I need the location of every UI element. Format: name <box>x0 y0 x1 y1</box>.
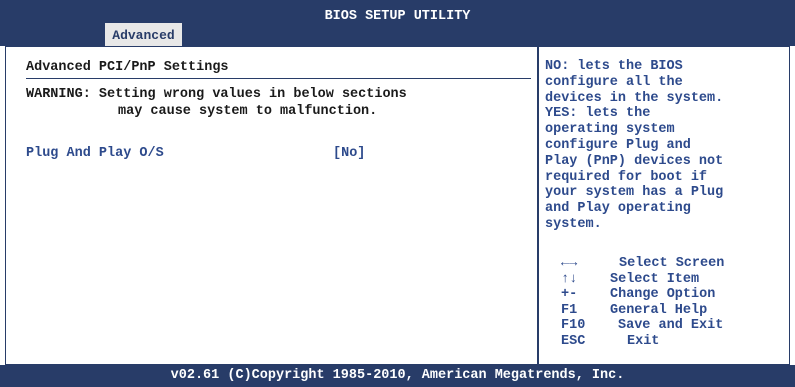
key-label: ESC <box>561 333 586 349</box>
key-desc: General Help <box>610 302 708 318</box>
key-desc: Select Item <box>610 271 700 287</box>
help-text-line: configure all the <box>545 74 683 90</box>
warning-text-line1: WARNING: Setting wrong values in below s… <box>26 87 407 102</box>
key-desc: Save and Exit <box>618 318 724 334</box>
help-text-line: system. <box>545 216 602 232</box>
arrows-up-down-icon: ↑↓ <box>561 271 578 287</box>
copyright-bar: v02.61 (C)Copyright 1985-2010, American … <box>0 365 795 387</box>
plug-and-play-os-label[interactable]: Plug And Play O/S <box>26 146 164 161</box>
page-title: Advanced PCI/PnP Settings <box>26 60 229 75</box>
help-text-line: operating system <box>545 122 675 138</box>
warning-text-line2: may cause system to malfunction. <box>118 104 378 119</box>
tab-advanced[interactable]: Advanced <box>105 23 182 46</box>
key-desc: Select Screen <box>619 256 725 271</box>
bios-title: BIOS SETUP UTILITY <box>324 9 471 24</box>
settings-panel: Advanced PCI/PnP Settings WARNING: Setti… <box>6 47 539 364</box>
title-bar: BIOS SETUP UTILITY Advanced <box>0 0 795 46</box>
help-text-line: YES: lets the <box>545 106 651 122</box>
help-text-line: devices in the system. <box>545 90 724 106</box>
help-text-line: Play (PnP) devices not <box>545 153 724 169</box>
help-text-line: configure Plug and <box>545 137 691 153</box>
key-label: +- <box>561 287 578 303</box>
key-label: F1 <box>561 302 578 318</box>
help-text-line: NO: lets the BIOS <box>545 59 683 74</box>
help-panel: NO: lets the BIOS configure all the devi… <box>545 59 783 233</box>
key-desc: Change Option <box>610 287 716 303</box>
key-desc: Exit <box>627 333 660 349</box>
help-text-line: and Play operating <box>545 201 691 217</box>
key-label: F10 <box>561 318 586 334</box>
help-text-line: required for boot if <box>545 169 708 185</box>
heading-divider <box>26 78 531 79</box>
help-text-line: your system has a Plug <box>545 185 724 201</box>
arrows-left-right-icon: ←→ <box>561 256 578 271</box>
plug-and-play-os-value[interactable]: [No] <box>333 146 365 161</box>
